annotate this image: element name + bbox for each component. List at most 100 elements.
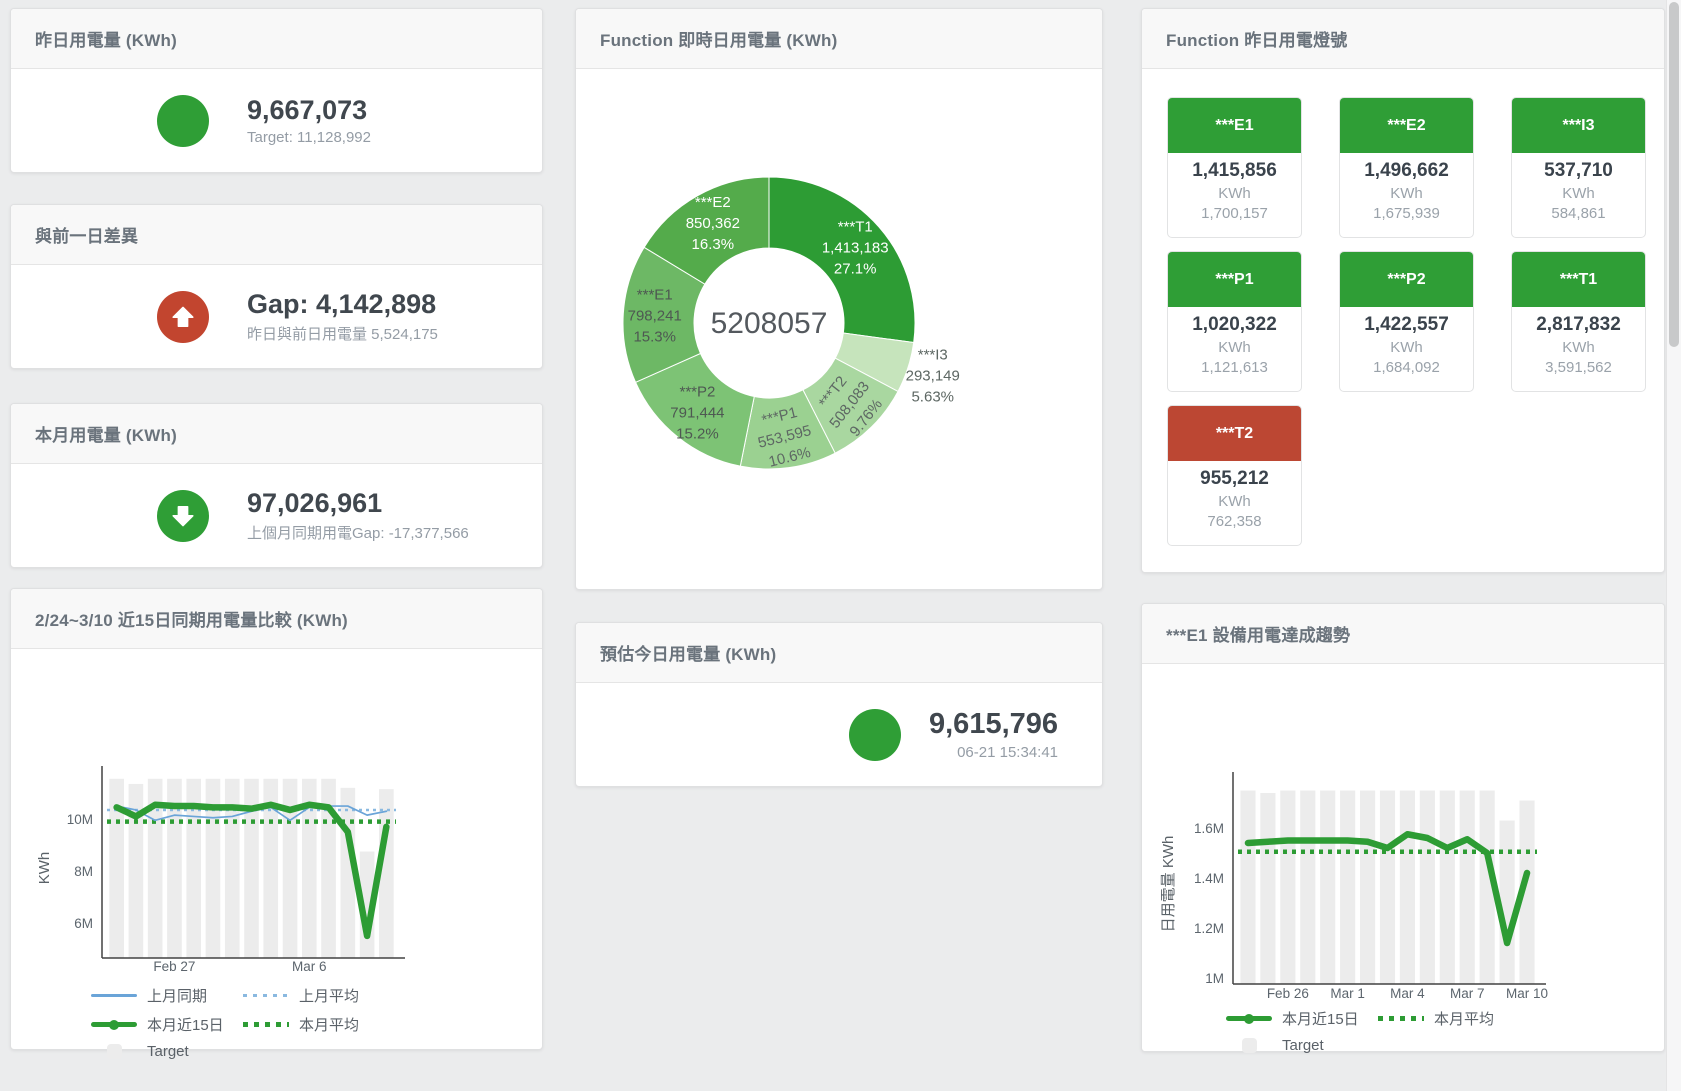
y-tick-label: 1M	[1205, 971, 1224, 986]
month-usage-gap: 上個月同期用電Gap: -17,377,566	[247, 522, 469, 543]
compare15-legend: 上月同期 上月平均本月近15日 本月平均 Target	[91, 985, 395, 1060]
target-bar	[1360, 791, 1375, 985]
legend-item-thick-green[interactable]: 本月近15日	[91, 1014, 243, 1035]
legend-label: 本月平均	[299, 1014, 359, 1035]
donut-label-xxxI3: ***I3293,1495.63%	[906, 347, 960, 406]
status-tile-xxxE1: ***E1 1,415,856 KWh 1,700,157	[1167, 97, 1302, 238]
card-title-realtime: Function 即時日用電量 (KWh)	[600, 26, 837, 51]
tile-target: 1,675,939	[1340, 205, 1473, 222]
target-bar	[1460, 791, 1475, 985]
thick-green-swatch-icon	[1226, 1011, 1272, 1026]
card-header: 預估今日用電量 (KWh)	[576, 623, 1102, 683]
status-tile-xxxP1: ***P11,020,322KWh1,121,613	[1167, 251, 1302, 392]
tile-value: 2,817,832	[1512, 314, 1645, 336]
tile-unit: KWh	[1340, 185, 1473, 202]
y-tick-label: 6M	[74, 916, 93, 931]
donut-center-total: 5208057	[711, 307, 828, 340]
tile-header: ***E1	[1168, 98, 1301, 153]
tile-target: 1,700,157	[1168, 205, 1301, 222]
card-realtime-donut: Function 即時日用電量 (KWh) ***T11,413,18327.1…	[575, 8, 1103, 590]
status-circle-green-icon	[849, 709, 901, 761]
status-tile-xxxI3: ***I3537,710KWh584,861	[1511, 97, 1646, 238]
tile-value: 1,020,322	[1168, 314, 1301, 336]
tile-target: 584,861	[1512, 205, 1645, 222]
tile-header: ***P2	[1340, 252, 1473, 307]
card-title-yesterday: 昨日用電量 (KWh)	[35, 26, 177, 51]
legend-label: Target	[1282, 1037, 1324, 1054]
target-bar	[1240, 791, 1255, 985]
card-today-estimate: 預估今日用電量 (KWh) 9,615,796 06-21 15:34:41	[575, 622, 1103, 787]
scrollbar-thumb[interactable]	[1669, 2, 1679, 347]
tile-header: ***I3	[1512, 98, 1645, 153]
y-tick-label: 1.6M	[1194, 821, 1224, 836]
yesterday-usage-value: 9,667,073	[247, 95, 371, 125]
y-axis-title: KWh	[36, 852, 53, 885]
tile-target: 1,121,613	[1168, 359, 1301, 376]
card-header: ***E1 設備用電達成趨勢	[1142, 604, 1664, 664]
tile-header: ***E2	[1340, 98, 1473, 153]
tile-target: 762,358	[1168, 513, 1301, 530]
card-e1-trend-chart: ***E1 設備用電達成趨勢 1M1.2M1.4M1.6MFeb 26Mar 1…	[1141, 603, 1665, 1052]
legend-label: 上月同期	[147, 985, 207, 1006]
realtime-donut-chart[interactable]: ***T11,413,18327.1%***I3293,1495.63%***T…	[576, 69, 1104, 591]
status-circle-green-icon	[157, 95, 209, 147]
legend-label: 上月平均	[299, 985, 359, 1006]
tile-target: 3,591,562	[1512, 359, 1645, 376]
gap-subtitle: 昨日與前日用電量 5,524,175	[247, 323, 438, 344]
card-title-estimate: 預估今日用電量 (KWh)	[600, 640, 776, 665]
e1-trend-legend: 本月近15日 本月平均 Target	[1226, 1008, 1530, 1054]
legend-label: 本月近15日	[1282, 1008, 1359, 1029]
x-tick-label: Feb 27	[153, 959, 195, 974]
tile-header: ***T2	[1168, 406, 1301, 461]
legend-item-thick-green[interactable]: 本月近15日	[1226, 1008, 1378, 1029]
card-header: 昨日用電量 (KWh)	[11, 9, 542, 69]
target-bar	[1420, 791, 1435, 985]
tile-unit: KWh	[1512, 185, 1645, 202]
status-tile-xxxE2: ***E2 1,496,662 KWh 1,675,939	[1339, 97, 1474, 238]
box-gray-swatch-icon	[1226, 1038, 1272, 1053]
dot-green-swatch-icon	[1378, 1011, 1424, 1026]
y-tick-label: 10M	[67, 812, 93, 827]
card-header: Function 即時日用電量 (KWh)	[576, 9, 1102, 69]
card-header: Function 昨日用電燈號	[1142, 9, 1664, 69]
y-tick-label: 1.2M	[1194, 921, 1224, 936]
card-gap-prev-day: 與前一日差異 Gap: 4,142,898 昨日與前日用電量 5,524,175	[10, 204, 543, 369]
legend-item-line-blue[interactable]: 上月同期	[91, 985, 243, 1006]
card-header: 本月用電量 (KWh)	[11, 404, 542, 464]
yesterday-usage-target: Target: 11,128,992	[247, 129, 371, 146]
target-bar	[1320, 791, 1335, 985]
tile-header: ***T1	[1512, 252, 1645, 307]
compare15-chart[interactable]: 6M 8M 10M Feb 27 Mar 6 KWh	[11, 649, 544, 987]
legend-item-box-gray[interactable]: Target	[91, 1043, 243, 1060]
e1-trend-chart[interactable]: 1M1.2M1.4M1.6MFeb 26Mar 1Mar 4Mar 7Mar 1…	[1142, 664, 1666, 1009]
card-title-gap: 與前一日差異	[35, 222, 138, 247]
legend-label: 本月平均	[1434, 1008, 1494, 1029]
y-tick-label: 8M	[74, 864, 93, 879]
today-estimate-timestamp: 06-21 15:34:41	[929, 744, 1058, 761]
tile-value: 1,415,856	[1168, 160, 1301, 182]
tile-unit: KWh	[1168, 493, 1301, 510]
card-title-light-board: Function 昨日用電燈號	[1166, 26, 1347, 51]
x-tick-label: Mar 10	[1506, 986, 1548, 1001]
card-header: 2/24~3/10 近15日同期用電量比較 (KWh)	[11, 589, 542, 649]
legend-item-box-gray[interactable]: Target	[1226, 1037, 1378, 1054]
dot-blue-swatch-icon	[243, 988, 289, 1003]
x-tick-label: Mar 7	[1450, 986, 1485, 1001]
card-yesterday-usage: 昨日用電量 (KWh) 9,667,073 Target: 11,128,992	[10, 8, 543, 173]
x-tick-label: Mar 6	[292, 959, 327, 974]
legend-item-dot-green[interactable]: 本月平均	[243, 1014, 395, 1035]
tile-value: 955,212	[1168, 468, 1301, 490]
tile-value: 1,496,662	[1340, 160, 1473, 182]
target-bar	[1260, 793, 1275, 984]
status-tile-xxxT2: ***T2 955,212 KWh 762,358	[1167, 405, 1302, 546]
vertical-scrollbar[interactable]	[1666, 0, 1681, 1091]
tile-unit: KWh	[1168, 185, 1301, 202]
arrow-down-icon	[157, 490, 209, 542]
legend-item-dot-blue[interactable]: 上月平均	[243, 985, 395, 1006]
tile-target: 1,684,092	[1340, 359, 1473, 376]
x-tick-label: Feb 26	[1267, 986, 1309, 1001]
today-estimate-value: 9,615,796	[929, 708, 1058, 740]
light-board-grid: ***E1 1,415,856 KWh 1,700,157 ***E2 1,496,662…	[1142, 69, 1664, 546]
legend-item-dot-green[interactable]: 本月平均	[1378, 1008, 1530, 1029]
card-title-compare15: 2/24~3/10 近15日同期用電量比較 (KWh)	[35, 606, 348, 631]
